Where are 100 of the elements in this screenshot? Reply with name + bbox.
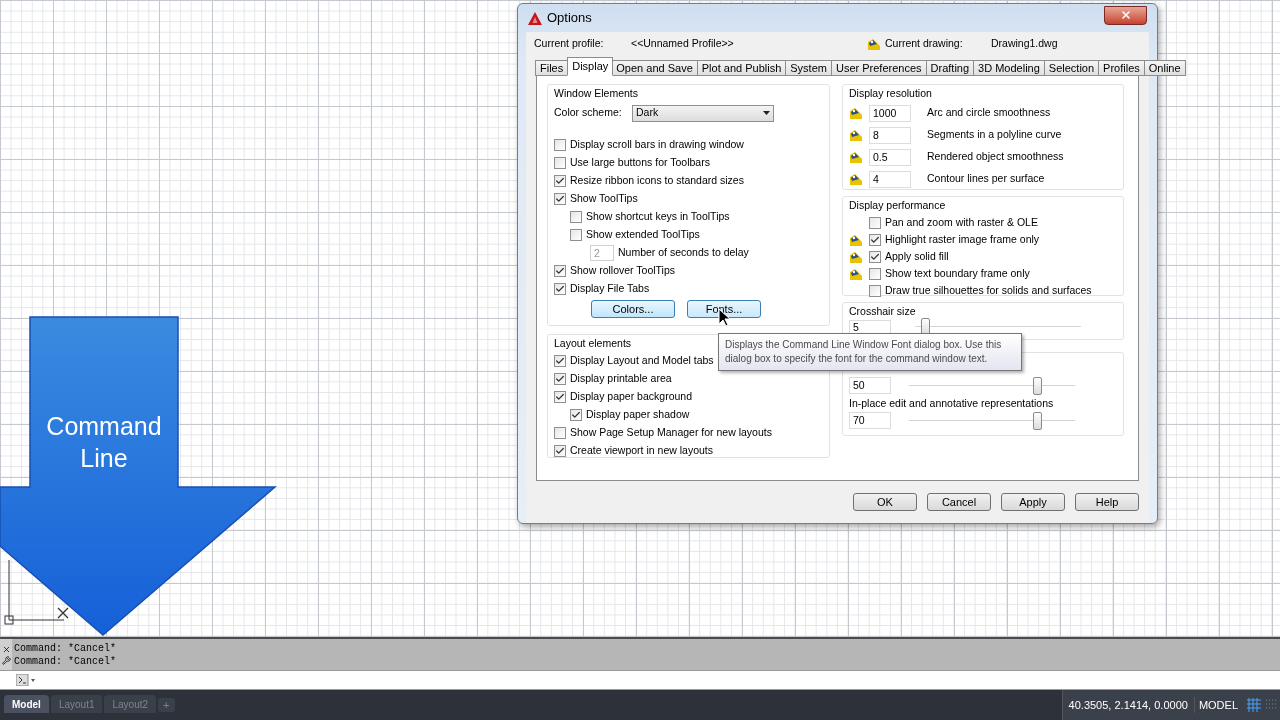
checkbox[interactable] xyxy=(570,229,582,241)
option-label: Display File Tabs xyxy=(570,281,650,297)
resolution-field[interactable]: 1000 xyxy=(869,104,911,122)
dialog-button[interactable]: OK xyxy=(853,493,917,511)
color-scheme-label: Color scheme: xyxy=(554,105,623,121)
checkbox[interactable] xyxy=(570,211,582,223)
slider-thumb[interactable] xyxy=(1032,411,1042,430)
tab[interactable]: Online xyxy=(1143,60,1186,76)
tab[interactable]: User Preferences xyxy=(830,60,927,76)
close-icon xyxy=(1119,9,1132,21)
resolution-label: Contour lines per surface xyxy=(927,171,1045,187)
color-scheme-dropdown[interactable]: Dark xyxy=(632,104,774,122)
command-input-field[interactable] xyxy=(0,670,1280,690)
option-label: Display Layout and Model tabs xyxy=(570,353,714,369)
checkbox[interactable] xyxy=(554,139,566,151)
tab[interactable]: 3D Modeling xyxy=(973,60,1045,76)
resolution-label: Segments in a polyline curve xyxy=(927,127,1062,143)
checkbox[interactable] xyxy=(554,445,566,457)
drawing-value: Drawing1.dwg xyxy=(991,36,1058,52)
checkbox[interactable] xyxy=(869,267,881,280)
option-label: Display printable area xyxy=(570,371,672,387)
group-title: Display resolution xyxy=(849,86,932,100)
drawing-icon xyxy=(849,128,863,142)
drawing-label: Current drawing: xyxy=(885,36,964,52)
profile-label: Current profile: xyxy=(534,36,605,52)
tab[interactable]: Files xyxy=(535,60,569,76)
fade-field[interactable]: 50 xyxy=(849,377,891,394)
tab[interactable]: Open and Save xyxy=(611,60,698,76)
option-label: Show Page Setup Manager for new layouts xyxy=(570,425,772,441)
option-label: Display paper shadow xyxy=(586,407,690,423)
drawing-icon xyxy=(849,249,863,264)
close-button[interactable] xyxy=(1104,5,1147,25)
layout-tab[interactable]: Model xyxy=(4,695,49,713)
option-label: Show text boundary frame only xyxy=(885,265,1030,281)
drawing-icon xyxy=(849,150,863,164)
checkbox[interactable] xyxy=(554,373,566,385)
checkbox[interactable] xyxy=(554,355,566,367)
checkbox[interactable] xyxy=(869,233,881,246)
dropdown-arrow-icon xyxy=(763,111,770,115)
option-label: Number of seconds to delay xyxy=(618,245,749,261)
fade-label: In-place edit and annotative representations xyxy=(849,396,1055,410)
tab[interactable]: Plot and Publish xyxy=(696,60,787,76)
checkbox[interactable] xyxy=(554,391,566,403)
settings-icon[interactable] xyxy=(1,655,11,665)
tab[interactable]: Display xyxy=(567,57,614,76)
drawing-icon xyxy=(849,106,863,120)
dialog-button[interactable]: Apply xyxy=(1001,493,1065,511)
checkbox[interactable] xyxy=(554,193,566,205)
tab[interactable]: System xyxy=(785,60,832,76)
drawing-icon xyxy=(849,172,863,186)
group-title: Window Elements xyxy=(554,86,639,100)
option-label: Show shortcut keys in ToolTips xyxy=(586,209,730,225)
option-label: Display paper background xyxy=(570,389,692,405)
tooltip: Displays the Command Line Window Font dialog box. Use this dialog box to specify the font for the command window text. xyxy=(718,333,1022,371)
option-label: Apply solid fill xyxy=(885,248,949,264)
window-title: Options xyxy=(547,9,592,28)
checkbox[interactable] xyxy=(869,250,881,263)
checkbox[interactable] xyxy=(554,265,566,277)
checkbox[interactable] xyxy=(570,409,582,421)
resolution-field[interactable]: 4 xyxy=(869,170,911,188)
slider-thumb[interactable] xyxy=(1032,376,1042,395)
checkbox[interactable] xyxy=(554,175,566,187)
checkbox[interactable] xyxy=(869,284,881,297)
prompt-icon xyxy=(16,674,36,686)
option-label: Create viewport in new layouts xyxy=(570,443,713,459)
resolution-label: Rendered object smoothness xyxy=(927,149,1064,165)
dialog-button[interactable]: Help xyxy=(1075,493,1139,511)
dialog-button[interactable]: Cancel xyxy=(927,493,991,511)
checkbox[interactable] xyxy=(554,427,566,439)
grid-icon[interactable] xyxy=(1247,698,1261,712)
tab[interactable]: Profiles xyxy=(1098,60,1145,76)
group-title: Display performance xyxy=(849,198,946,212)
option-label: Use large buttons for Toolbars xyxy=(570,155,710,171)
checkbox[interactable] xyxy=(554,283,566,295)
colors-button[interactable]: Colors... xyxy=(591,300,675,318)
option-label: Draw true silhouettes for solids and surfaces xyxy=(885,282,1092,298)
checkbox[interactable] xyxy=(554,157,566,169)
option-label: Highlight raster image frame only xyxy=(885,231,1040,247)
option-label: Show rollover ToolTips xyxy=(570,263,676,279)
fade-field[interactable]: 70 xyxy=(849,412,891,429)
callout-text: Command Line xyxy=(45,411,163,474)
close-icon[interactable] xyxy=(1,644,11,654)
option-label: Show extended ToolTips xyxy=(586,227,700,243)
tab[interactable]: Selection xyxy=(1043,60,1100,76)
resolution-field[interactable]: 0.5 xyxy=(869,148,911,166)
checkbox[interactable] xyxy=(869,216,881,229)
slider[interactable] xyxy=(909,376,1075,395)
option-label: Show ToolTips xyxy=(570,191,638,207)
app-icon xyxy=(528,11,542,25)
resolution-field[interactable]: 8 xyxy=(869,126,911,144)
drawing-canvas[interactable] xyxy=(0,0,1280,637)
option-label: Display scroll bars in drawing window xyxy=(570,137,744,153)
command-history-line: Command: *Cancel* xyxy=(14,655,117,668)
tab[interactable]: Drafting xyxy=(925,60,975,76)
resolution-label: Arc and circle smoothness xyxy=(927,105,1051,121)
ucs-icon xyxy=(4,558,70,628)
slider[interactable] xyxy=(909,411,1075,430)
group-title: Crosshair size xyxy=(849,304,916,318)
drawing-icon xyxy=(867,37,881,51)
model-space-button[interactable]: MODEL xyxy=(1193,696,1242,714)
